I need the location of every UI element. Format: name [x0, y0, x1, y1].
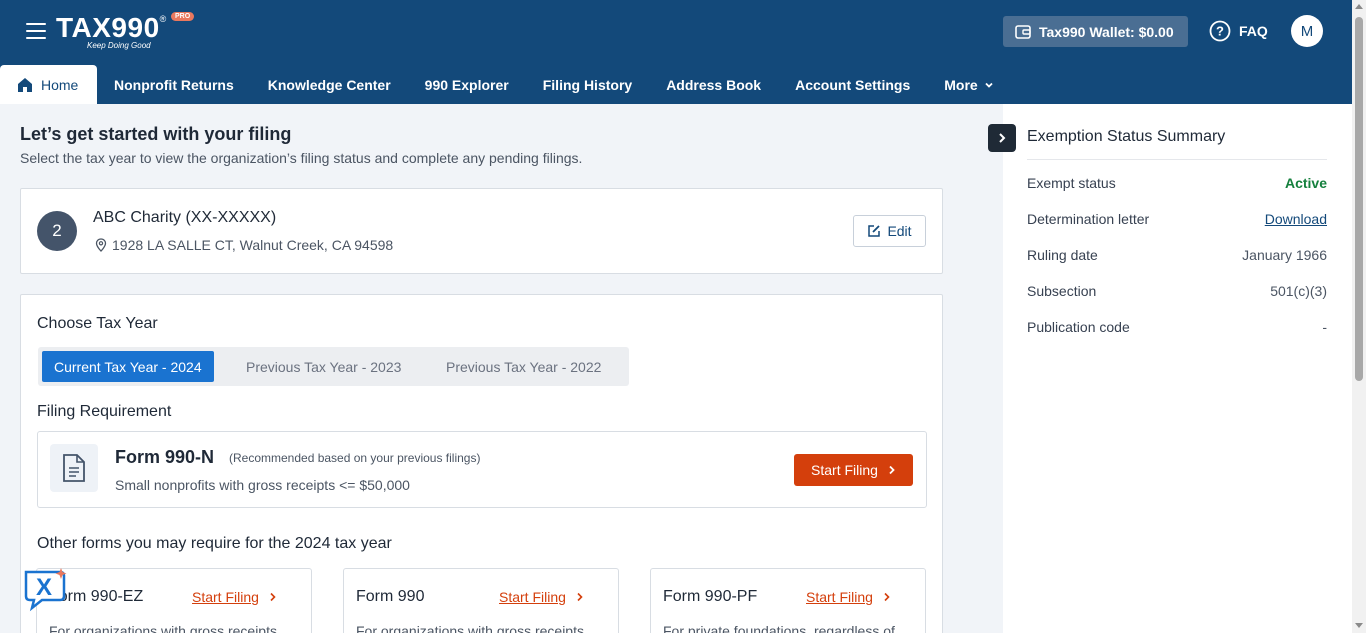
nav-tab-address-book[interactable]: Address Book	[649, 65, 778, 104]
ruling-date-row: Ruling date January 1966	[1027, 247, 1327, 263]
panel-title: Exemption Status Summary	[1027, 128, 1226, 145]
form-description: For organizations with gross receipts	[49, 623, 277, 633]
nav-tab-filing-history[interactable]: Filing History	[526, 65, 649, 104]
chevron-right-icon	[889, 465, 895, 475]
org-name: ABC Charity (XX-XXXXX)	[93, 209, 277, 226]
subsection-value: 501(c)(3)	[1270, 283, 1327, 299]
logo-text: TAX990	[56, 12, 160, 43]
form-card-990pf: Form 990-PF Start Filing For private fou…	[650, 568, 926, 633]
row-label: Ruling date	[1027, 247, 1098, 263]
panel-collapse-toggle[interactable]	[988, 124, 1016, 152]
form-990n-description: Small nonprofits with gross receipts <= …	[115, 477, 410, 493]
org-address-text: 1928 LA SALLE CT, Walnut Creek, CA 94598	[112, 237, 394, 253]
svg-text:?: ?	[1216, 24, 1224, 39]
svg-text:X: X	[36, 574, 52, 601]
edit-org-button[interactable]: Edit	[853, 215, 926, 247]
row-label: Determination letter	[1027, 211, 1150, 227]
row-label: Publication code	[1027, 319, 1130, 335]
tax-year-tab-2024[interactable]: Current Tax Year - 2024	[42, 351, 214, 382]
form-name: Form 990	[356, 588, 425, 605]
main-content: Let’s get started with your filing Selec…	[0, 104, 1003, 633]
chevron-down-icon	[985, 82, 993, 88]
nav-tab-account-settings[interactable]: Account Settings	[778, 65, 927, 104]
scroll-down-arrow[interactable]	[1355, 623, 1363, 628]
tax-year-tab-2022[interactable]: Previous Tax Year - 2022	[434, 351, 613, 382]
wallet-icon	[1015, 24, 1031, 39]
nav-tab-home[interactable]: Home	[0, 65, 97, 104]
publication-code-row: Publication code -	[1027, 319, 1327, 335]
edit-icon	[868, 225, 881, 237]
app-logo[interactable]: TAX990® PRO Keep Doing Good	[56, 12, 195, 50]
exemption-summary-panel: Exemption Status Summary Exempt status A…	[1003, 104, 1352, 633]
nav-tab-label: Home	[41, 76, 79, 93]
page-title: Let’s get started with your filing	[20, 124, 292, 144]
form-card-990ez: Form 990-EZ Start Filing For organizatio…	[36, 568, 312, 633]
ruling-date-value: January 1966	[1242, 247, 1327, 263]
faq-link[interactable]: ? FAQ	[1209, 20, 1268, 42]
recommendation-note: (Recommended based on your previous fili…	[229, 451, 481, 465]
faq-label: FAQ	[1239, 23, 1268, 39]
user-avatar[interactable]: M	[1291, 15, 1323, 47]
top-header: TAX990® PRO Keep Doing Good Tax990 Walle…	[0, 0, 1352, 104]
download-letter-link[interactable]: Download	[1265, 211, 1327, 227]
location-pin-icon	[95, 238, 107, 252]
subsection-row: Subsection 501(c)(3)	[1027, 283, 1327, 299]
publication-code-value: -	[1322, 319, 1327, 335]
tax-year-tabs: Current Tax Year - 2024 Previous Tax Yea…	[38, 347, 629, 386]
chevron-right-icon	[270, 592, 276, 602]
organization-card: 2 ABC Charity (XX-XXXXX) 1928 LA SALLE C…	[20, 188, 943, 274]
main-nav: Home Nonprofit Returns Knowledge Center …	[0, 65, 1011, 104]
hamburger-menu-icon[interactable]	[26, 23, 46, 41]
start-filing-990n-button[interactable]: Start Filing	[794, 454, 913, 486]
tax-year-tab-2023[interactable]: Previous Tax Year - 2023	[234, 351, 413, 382]
exempt-status-value: Active	[1284, 175, 1327, 191]
nav-tab-990-explorer[interactable]: 990 Explorer	[408, 65, 526, 104]
nav-tab-label: More	[944, 76, 978, 93]
org-number-badge: 2	[37, 211, 77, 251]
filing-requirement-heading: Filing Requirement	[37, 403, 172, 420]
nav-tab-more[interactable]: More	[927, 65, 1010, 104]
other-forms-heading: Other forms you may require for the 2024…	[37, 535, 392, 552]
logo-registered-mark: ®	[159, 14, 167, 24]
page-scrollbar[interactable]	[1352, 0, 1366, 633]
start-filing-link-label: Start Filing	[192, 589, 259, 605]
start-filing-link-label: Start Filing	[806, 589, 873, 605]
row-label: Subsection	[1027, 283, 1097, 299]
logo-tagline: Keep Doing Good	[87, 41, 151, 50]
form-card-990: Form 990 Start Filing For organizations …	[343, 568, 619, 633]
exempt-status-row: Exempt status Active	[1027, 175, 1327, 191]
logo-pro-badge: PRO	[171, 12, 195, 21]
scroll-thumb[interactable]	[1355, 17, 1363, 381]
edit-label: Edit	[887, 223, 912, 239]
choose-tax-year-heading: Choose Tax Year	[37, 315, 158, 332]
document-icon-box	[50, 444, 98, 492]
start-filing-label: Start Filing	[811, 462, 878, 478]
row-label: Exempt status	[1027, 175, 1116, 191]
chevron-right-icon	[577, 592, 583, 602]
home-icon	[18, 77, 32, 92]
wallet-label: Tax990 Wallet: $0.00	[1039, 23, 1174, 40]
chevron-right-icon	[884, 592, 890, 602]
start-filing-link-label: Start Filing	[499, 589, 566, 605]
wallet-button[interactable]: Tax990 Wallet: $0.00	[1003, 16, 1188, 47]
panel-divider	[1027, 159, 1327, 160]
form-description: For private foundations, regardless of	[663, 623, 895, 633]
nav-tab-nonprofit-returns[interactable]: Nonprofit Returns	[97, 65, 251, 104]
form-name: Form 990-PF	[663, 588, 758, 605]
chat-assistant-icon[interactable]: X	[22, 568, 68, 612]
start-filing-990-link[interactable]: Start Filing	[499, 589, 584, 605]
chevron-right-icon	[999, 133, 1006, 143]
help-circle-icon: ?	[1209, 20, 1231, 42]
filing-requirement-card: Form 990-N (Recommended based on your pr…	[37, 431, 927, 508]
scroll-up-arrow[interactable]	[1355, 4, 1363, 9]
document-icon	[63, 454, 85, 482]
form-990n-title: Form 990-N	[115, 447, 215, 467]
nav-tab-knowledge-center[interactable]: Knowledge Center	[251, 65, 408, 104]
form-description: For organizations with gross receipts	[356, 623, 584, 633]
start-filing-990ez-link[interactable]: Start Filing	[192, 589, 277, 605]
determination-letter-row: Determination letter Download	[1027, 211, 1327, 227]
start-filing-990pf-link[interactable]: Start Filing	[806, 589, 891, 605]
page-subtitle: Select the tax year to view the organiza…	[20, 150, 583, 166]
org-address: 1928 LA SALLE CT, Walnut Creek, CA 94598	[95, 237, 393, 253]
